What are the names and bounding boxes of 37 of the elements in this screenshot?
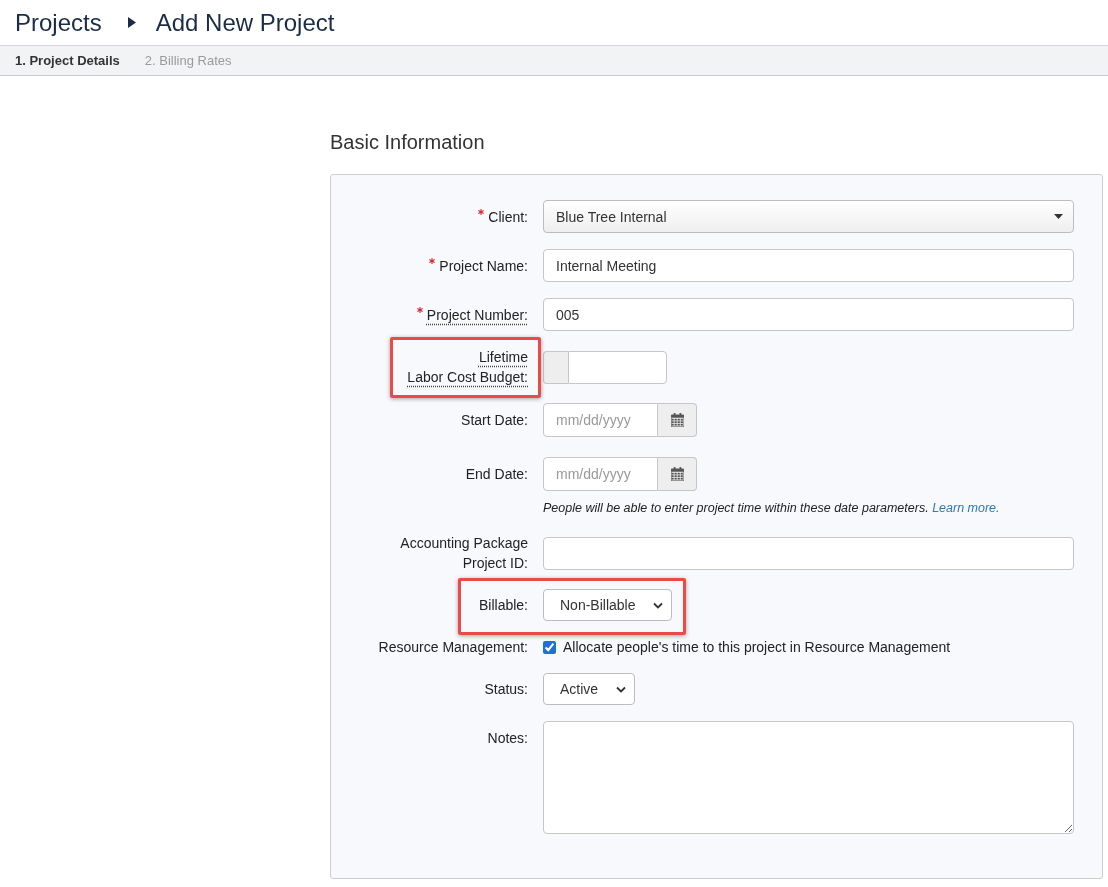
date-input[interactable]: mm/dd/yyyy xyxy=(543,457,658,491)
calendar-icon xyxy=(670,413,684,427)
calendar-button[interactable] xyxy=(658,403,697,437)
help-text: People will be able to enter project time within these date parameters. Learn more. xyxy=(543,500,1000,517)
input-addon xyxy=(543,350,568,384)
learn-more-link[interactable]: Learn more. xyxy=(932,501,1000,515)
field-label: Lifetime Labor Cost Budget: xyxy=(407,349,528,385)
field-label: Status: xyxy=(484,681,528,697)
caret-right-icon xyxy=(127,17,136,28)
chevron-down-icon xyxy=(653,601,664,609)
checkbox[interactable] xyxy=(543,640,556,654)
dropdown-select[interactable]: Blue Tree Internal xyxy=(543,200,1074,233)
select-field[interactable]: Non-Billable xyxy=(543,589,673,621)
breadcrumb-link[interactable]: Projects xyxy=(15,7,102,38)
step-tab[interactable]: 1. Project Details xyxy=(15,53,120,68)
chevron-down-icon xyxy=(616,685,627,693)
select-field[interactable]: Active xyxy=(543,673,636,705)
checkbox-label: Allocate people's time to this project in Resource Management xyxy=(563,638,951,657)
caret-down-icon xyxy=(1054,214,1063,219)
field-label: Accounting Package Project ID: xyxy=(400,535,528,571)
field-label: Client: xyxy=(488,208,528,225)
field-label: Billable: xyxy=(478,597,528,613)
field-label: Project Name: xyxy=(439,257,528,274)
text-input[interactable]: 005 xyxy=(543,298,1074,331)
text-input[interactable]: Internal Meeting xyxy=(543,249,1074,282)
text-input[interactable] xyxy=(543,536,1074,570)
date-input[interactable]: mm/dd/yyyy xyxy=(543,403,658,437)
field-label: Start Date: xyxy=(461,412,528,428)
page-title: Add New Project xyxy=(155,7,335,38)
section-title: Basic Information xyxy=(330,130,485,154)
calendar-icon xyxy=(670,467,684,481)
text-input[interactable] xyxy=(568,350,667,384)
field-label: Resource Management: xyxy=(378,639,528,655)
calendar-button[interactable] xyxy=(658,457,697,491)
field-label: Project Number: xyxy=(426,306,528,323)
field-label: End Date: xyxy=(465,466,528,482)
field-label: Notes: xyxy=(487,730,528,746)
